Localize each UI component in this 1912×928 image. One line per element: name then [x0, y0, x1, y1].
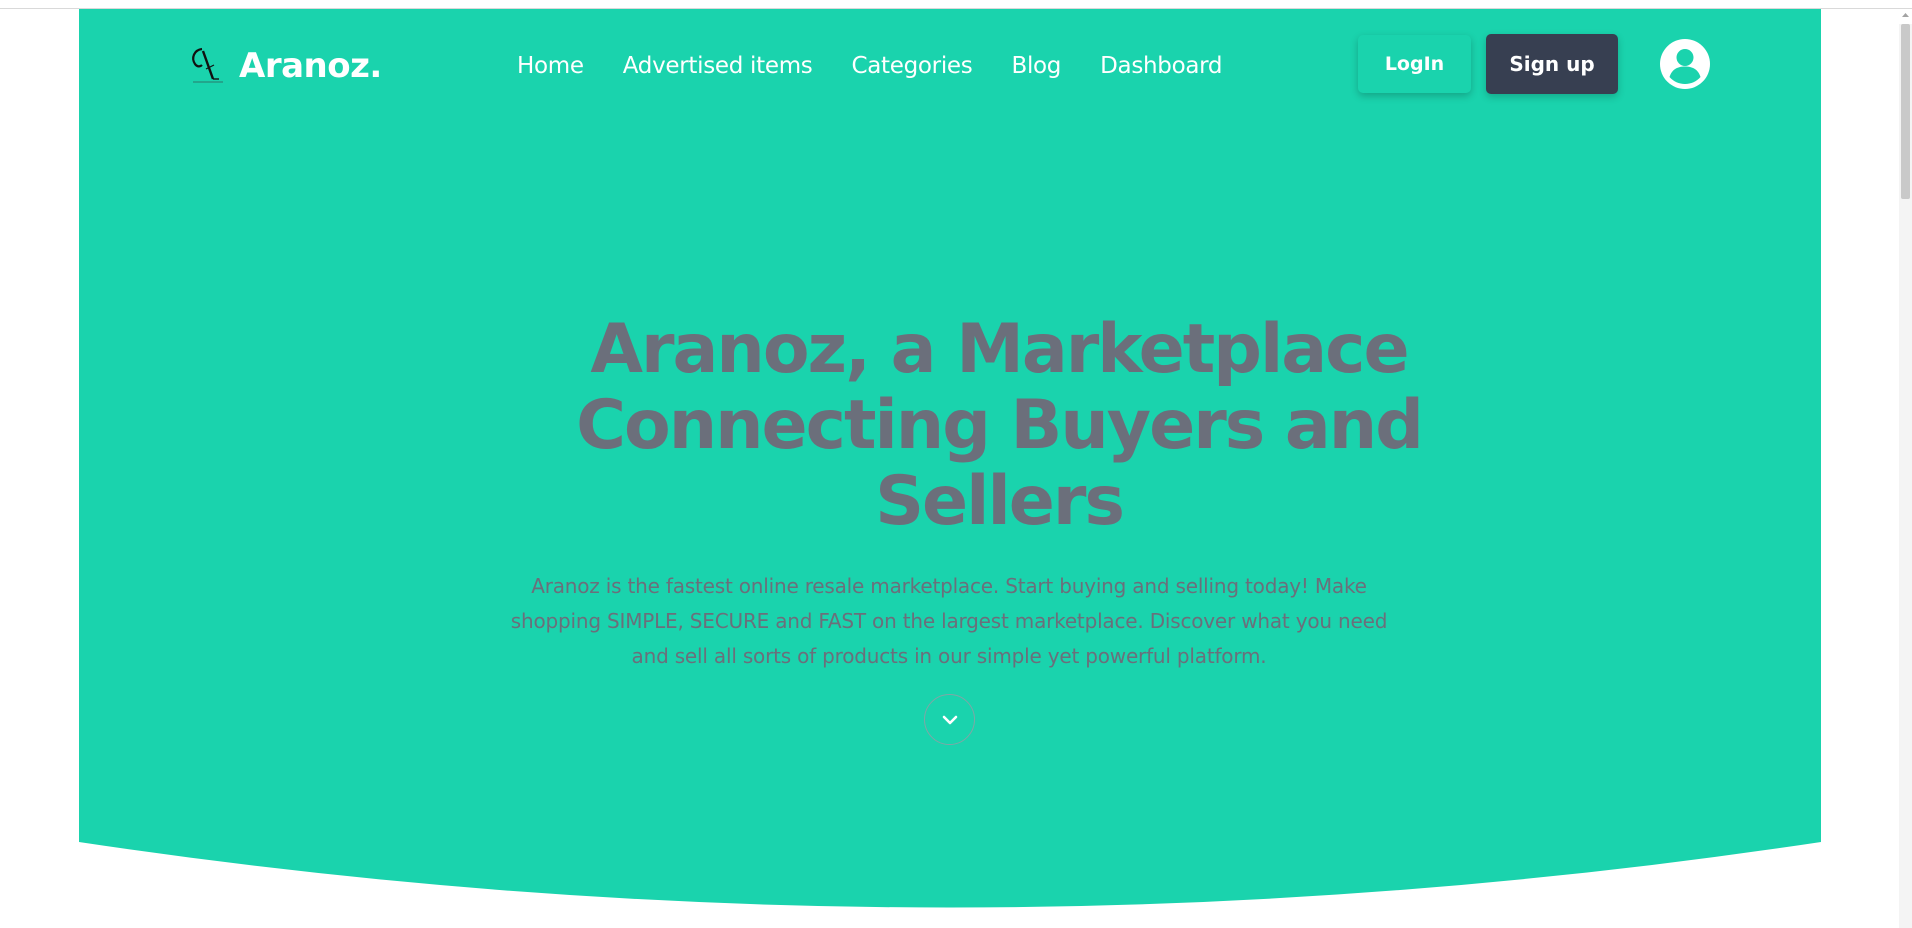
hero-title: Aranoz, a Marketplace Connecting Buyers …: [576, 310, 1424, 541]
brand-logo-link[interactable]: Aranoz.: [239, 45, 382, 87]
nav-blog[interactable]: Blog: [1011, 49, 1061, 83]
scroll-up-arrow-icon[interactable]: [1901, 10, 1910, 20]
scroll-down-button[interactable]: [924, 694, 975, 745]
nav-categories[interactable]: Categories: [851, 49, 972, 83]
signup-button[interactable]: Sign up: [1486, 34, 1618, 94]
login-button[interactable]: LogIn: [1358, 35, 1471, 93]
chevron-down-icon: [942, 715, 957, 724]
aranoz-logo-icon: [192, 47, 223, 83]
page-scrollbar-thumb[interactable]: [1901, 24, 1910, 199]
main-nav: Home Advertised items Categories Blog Da…: [517, 49, 1261, 83]
nav-home[interactable]: Home: [517, 49, 584, 83]
nav-advertised-items[interactable]: Advertised items: [623, 49, 813, 83]
user-avatar-icon[interactable]: [1660, 39, 1710, 89]
nav-dashboard[interactable]: Dashboard: [1100, 49, 1222, 83]
hero-description: Aranoz is the fastest online resale mark…: [510, 574, 1388, 668]
hero-section: Aranoz. Home Advertised items Categories…: [79, 9, 1821, 928]
